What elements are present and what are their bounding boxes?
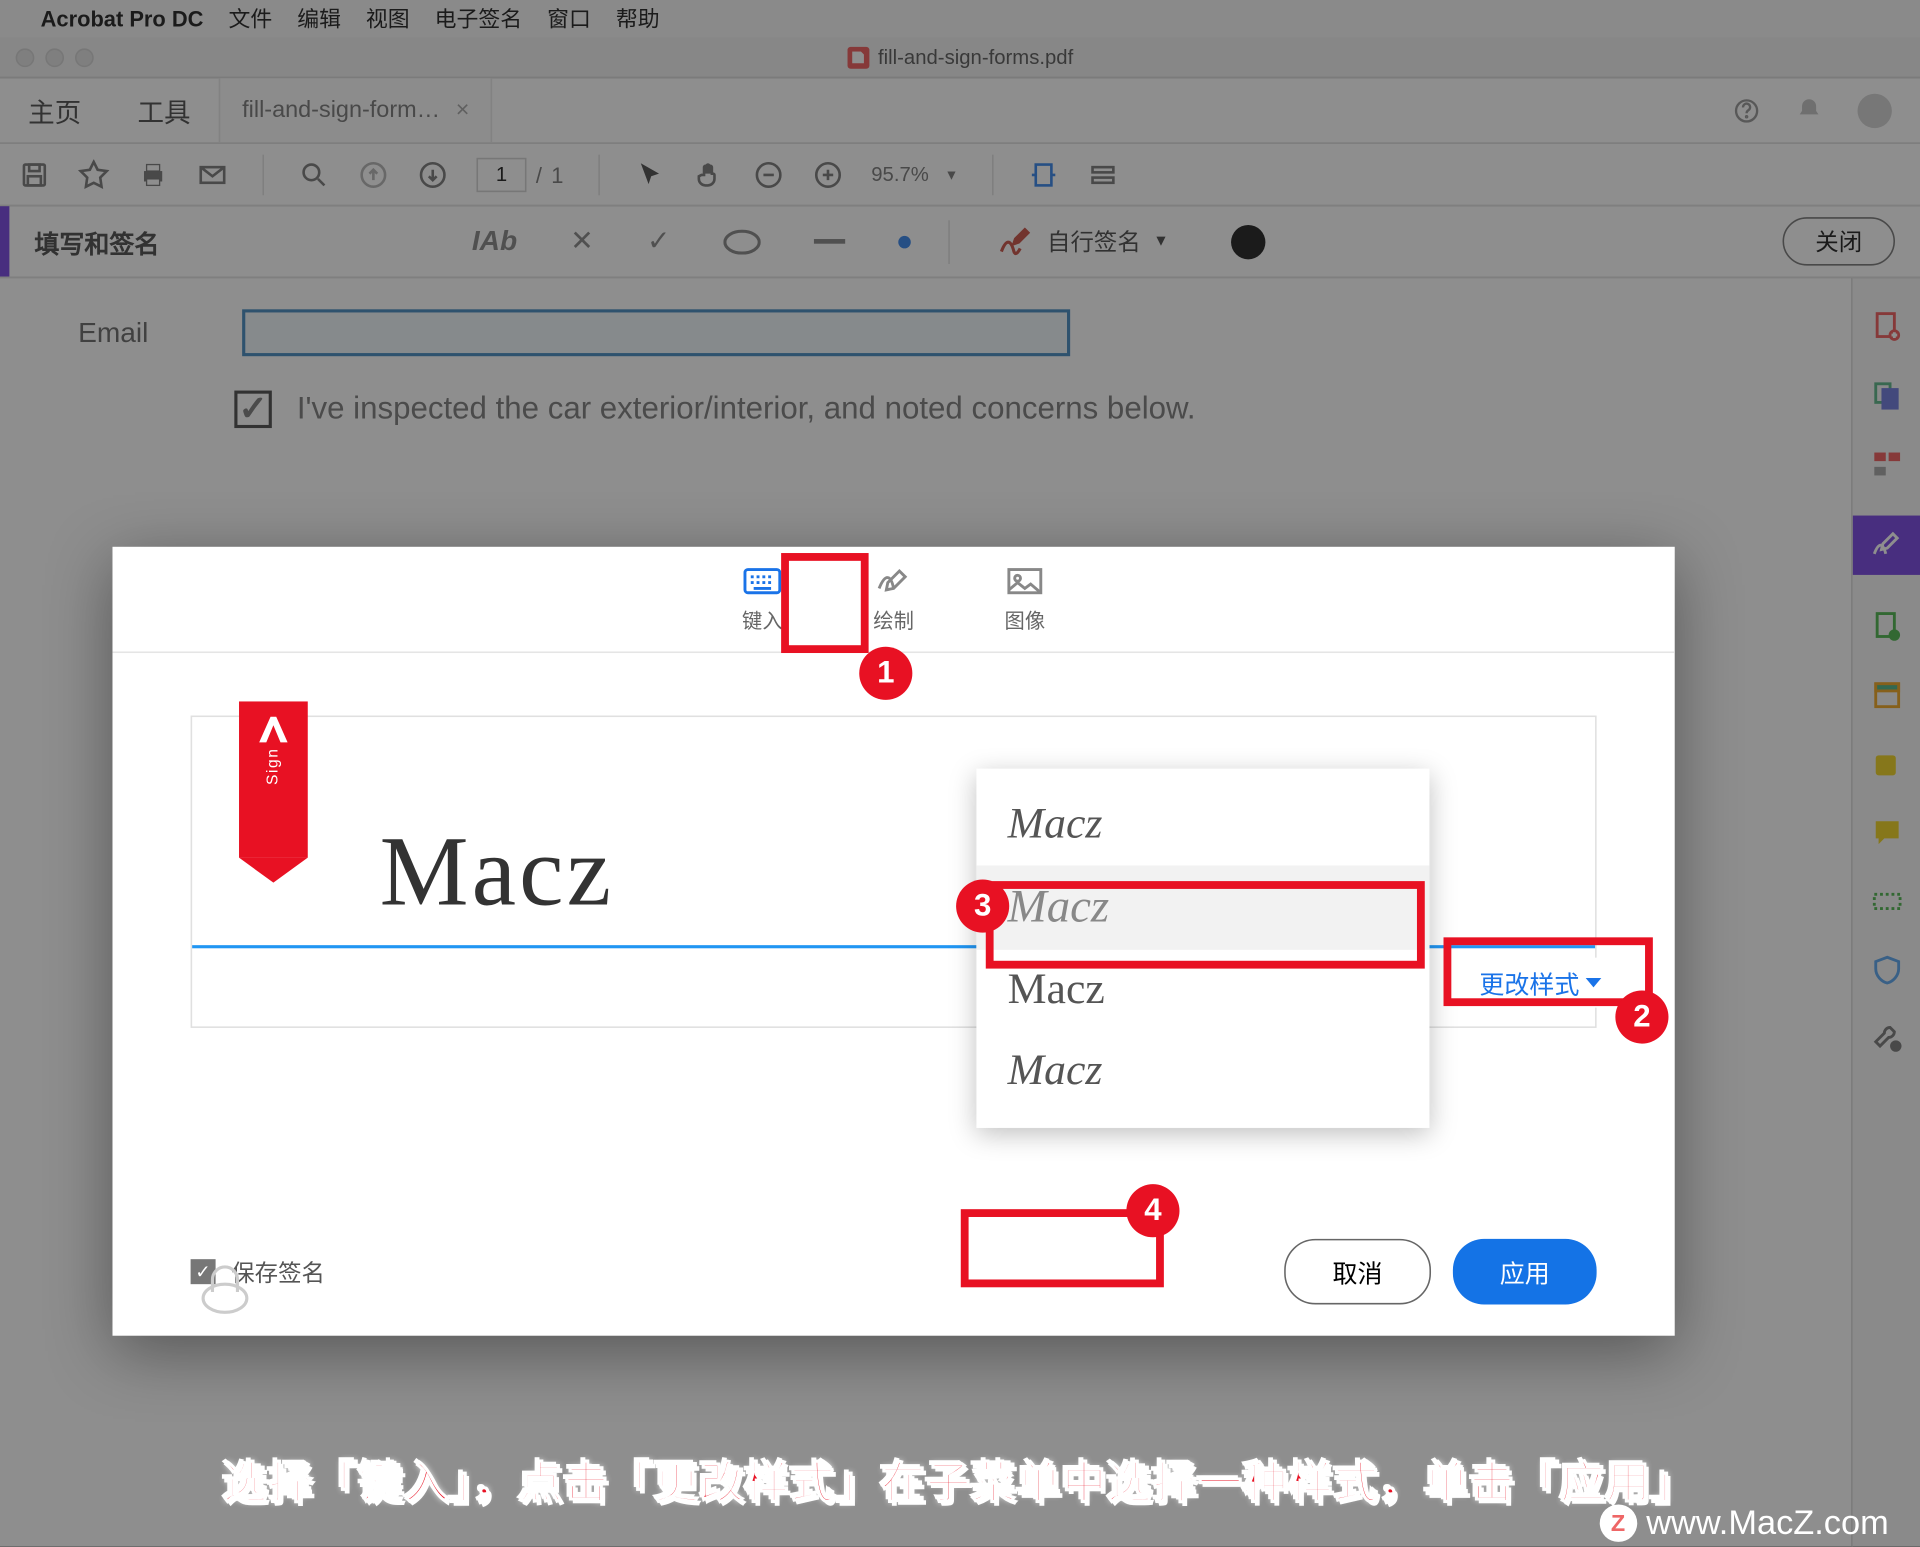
style-dropdown: Macz Macz Macz Macz (976, 769, 1429, 1128)
tab-draw-label: 绘制 (873, 605, 914, 635)
tab-image[interactable]: 图像 (992, 558, 1058, 641)
signature-dialog: 键入 绘制 图像 Sign Macz 更改样式 ✓ 保存签名 (112, 547, 1674, 1336)
ribbon-label: Sign (265, 748, 282, 786)
style-option-2[interactable]: Macz (976, 865, 1429, 949)
cancel-button[interactable]: 取消 (1284, 1239, 1431, 1305)
watermark-icon: Z (1599, 1504, 1636, 1541)
apply-button[interactable]: 应用 (1453, 1239, 1597, 1305)
tab-draw[interactable]: 绘制 (861, 558, 927, 641)
watermark: Z www.MacZ.com (1599, 1503, 1888, 1544)
adobe-sign-ribbon: Sign (239, 701, 308, 857)
change-style-button[interactable]: 更改样式 (1467, 958, 1614, 1008)
tab-type[interactable]: 键入 (730, 558, 796, 641)
tab-type-label: 键入 (742, 605, 783, 635)
lock-icon (197, 1251, 253, 1317)
style-option-4[interactable]: Macz (976, 1031, 1429, 1112)
style-option-1[interactable]: Macz (976, 784, 1429, 865)
style-option-3[interactable]: Macz (976, 950, 1429, 1031)
tab-image-label: 图像 (1005, 605, 1046, 635)
dialog-tabs: 键入 绘制 图像 (112, 547, 1674, 653)
signature-text: Macz (380, 814, 615, 930)
